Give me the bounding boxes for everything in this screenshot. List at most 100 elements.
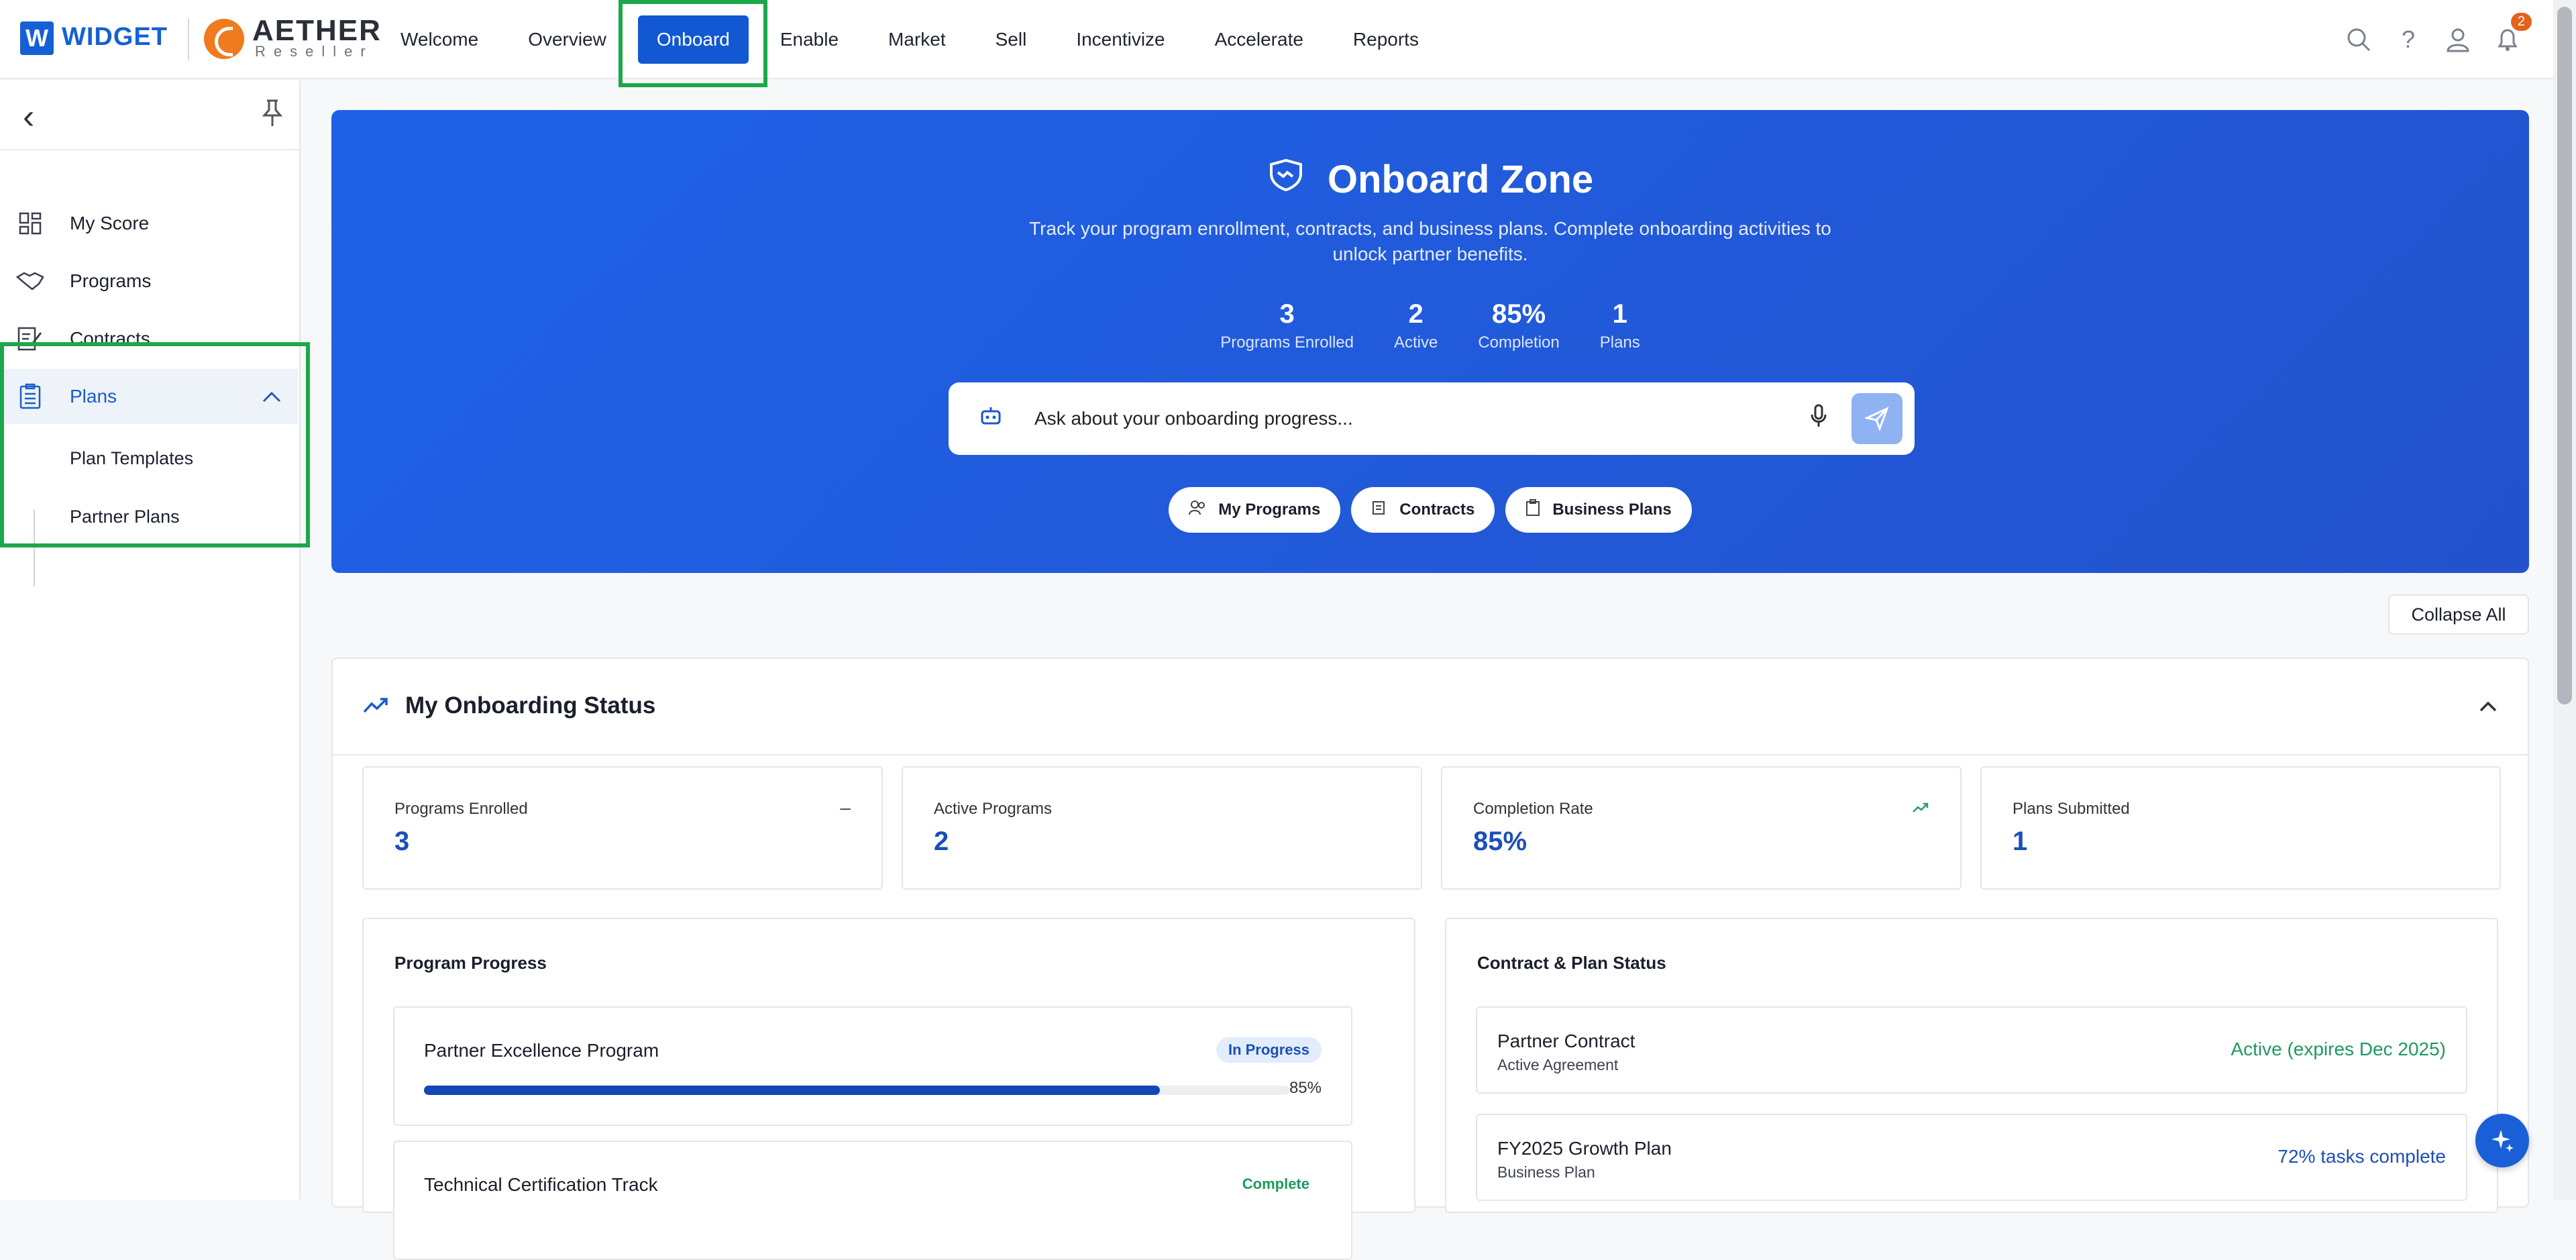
contract-plan-item[interactable]: FY2025 Growth Plan Business Plan 72% tas… [1476,1114,2467,1201]
nav-reports[interactable]: Reports [1328,0,1444,79]
stat-plans: 1 Plans [1600,299,1640,352]
bell-icon[interactable]: 2 [2493,13,2532,54]
chevron-left-icon[interactable]: ‹ [23,99,34,134]
chevron-up-icon[interactable] [2478,691,2498,719]
status-card-header[interactable]: My Onboarding Status [333,659,2528,755]
program-progress-panel: Program Progress Partner Excellence Prog… [362,918,1415,1260]
widget-logo-text[interactable]: WIDGET [62,23,168,52]
stat-label: Completion [1478,333,1560,352]
scrollbar-thumb[interactable] [2557,7,2572,704]
stat-value: 1 [1612,299,1627,329]
contract-plan-panel: Contract & Plan Status Partner Contract … [1445,918,2498,1213]
hero-description: Track your program enrollment, contracts… [331,216,2529,267]
hero-description-text: Track your program enrollment, contracts… [1029,218,1831,264]
user-icon[interactable] [2443,25,2473,54]
chip-label: My Programs [1218,501,1321,519]
chip-label: Business Plans [1552,501,1672,519]
chip-business-plans[interactable]: Business Plans [1505,487,1692,533]
nav-accelerate[interactable]: Accelerate [1190,0,1328,79]
panel-title: Contract & Plan Status [1477,953,1666,973]
chip-my-programs[interactable]: My Programs [1169,487,1341,533]
sidebar-item-my-score[interactable]: My Score [0,196,301,251]
sidebar-item-programs[interactable]: Programs [0,254,301,309]
microphone-icon[interactable] [1810,404,1827,434]
aether-logo-icon [204,19,244,59]
help-icon[interactable]: ? [2394,25,2423,54]
plans-highlight-box [0,342,310,547]
item-name: Partner Contract [1497,1031,1635,1051]
nav-enable[interactable]: Enable [755,0,863,79]
top-navigation-bar: W WIDGET AETHER Reseller Welcome Overvie… [0,0,2553,79]
send-button[interactable] [1851,393,1902,444]
bot-icon [979,405,1002,433]
quick-chip-group: My Programs Contracts Business Plans [331,487,2529,533]
sidebar-header: ‹ [0,81,299,150]
widget-logo-icon[interactable]: W [20,21,54,55]
metric-active-programs: Active Programs 2 [902,766,1422,890]
item-subtitle: Business Plan [1497,1163,1595,1181]
program-name: Technical Certification Track [424,1174,658,1195]
ai-assistant-button[interactable] [2475,1114,2529,1167]
progress-bar [424,1086,1289,1095]
trending-up-icon [1912,797,1929,819]
minus-icon: – [840,797,851,818]
hero-title: Onboard Zone [1327,158,1594,201]
progress-percent: 85% [1289,1079,1322,1097]
stat-active: 2 Active [1394,299,1438,352]
metric-value: 2 [934,827,949,856]
contract-plan-item[interactable]: Partner Contract Active Agreement Active… [1476,1006,2467,1094]
pin-icon[interactable] [260,98,284,134]
search-input[interactable]: Ask about your onboarding progress... [1034,408,1353,429]
panel-title: Program Progress [394,953,547,973]
aether-logo-text: AETHER [252,14,382,47]
status-badge: In Progress [1216,1037,1322,1063]
sidebar: ‹ My Score Programs Contracts Plans Plan… [0,81,301,1200]
nav-welcome[interactable]: Welcome [376,0,503,79]
scroll-icon [1371,500,1387,521]
dashboard-icon [16,209,44,238]
stat-programs-enrolled: 3 Programs Enrolled [1220,299,1354,352]
metric-value: 1 [2012,827,2028,856]
progress-bar-fill [424,1086,1160,1095]
metric-value: 3 [394,827,410,856]
users-icon [1189,500,1206,521]
notification-badge: 2 [2510,13,2532,31]
status-card-title: My Onboarding Status [405,692,656,719]
stat-completion: 85% Completion [1478,299,1559,352]
top-icon-group: ? 2 [2344,0,2532,79]
handshake-icon [1267,158,1305,201]
collapse-all-button[interactable]: Collapse All [2388,594,2529,635]
nav-market[interactable]: Market [863,0,971,79]
item-subtitle: Active Agreement [1497,1056,1619,1073]
metric-label: Completion Rate [1473,800,1593,818]
stat-value: 3 [1279,299,1295,329]
metric-label: Programs Enrolled [394,800,528,818]
hero-stats: 3 Programs Enrolled 2 Active 85% Complet… [331,299,2529,352]
nav-sell[interactable]: Sell [971,0,1052,79]
sidebar-item-label: My Score [70,213,150,233]
nav-incentivize[interactable]: Incentivize [1051,0,1189,79]
chip-label: Contracts [1399,501,1475,519]
sidebar-item-label: Programs [70,270,152,291]
nav-overview[interactable]: Overview [503,0,631,79]
chip-contracts[interactable]: Contracts [1351,487,1495,533]
stat-value: 2 [1408,299,1424,329]
metric-value: 85% [1473,827,1527,856]
hero-title-row: Onboard Zone [331,157,2529,202]
stat-label: Plans [1599,333,1640,352]
program-item[interactable]: Partner Excellence Program In Progress 8… [393,1006,1352,1126]
program-item[interactable]: Technical Certification Track Complete [393,1141,1352,1260]
stat-value: 85% [1492,299,1546,329]
stat-label: Active [1393,333,1438,352]
logo-divider [188,19,189,60]
page-scrollbar[interactable] [2553,0,2576,1200]
onboard-hero-banner: Onboard Zone Track your program enrollme… [331,110,2529,573]
metric-label: Plans Submitted [2012,800,2130,818]
search-icon[interactable] [2344,25,2373,54]
stat-label: Programs Enrolled [1220,333,1354,352]
ai-search-bar[interactable]: Ask about your onboarding progress... [949,382,1915,455]
trending-up-icon [362,691,389,721]
metric-programs-enrolled: Programs Enrolled 3 – [362,766,883,890]
item-status: Active (expires Dec 2025) [2231,1039,2446,1059]
program-name: Partner Excellence Program [424,1040,659,1061]
